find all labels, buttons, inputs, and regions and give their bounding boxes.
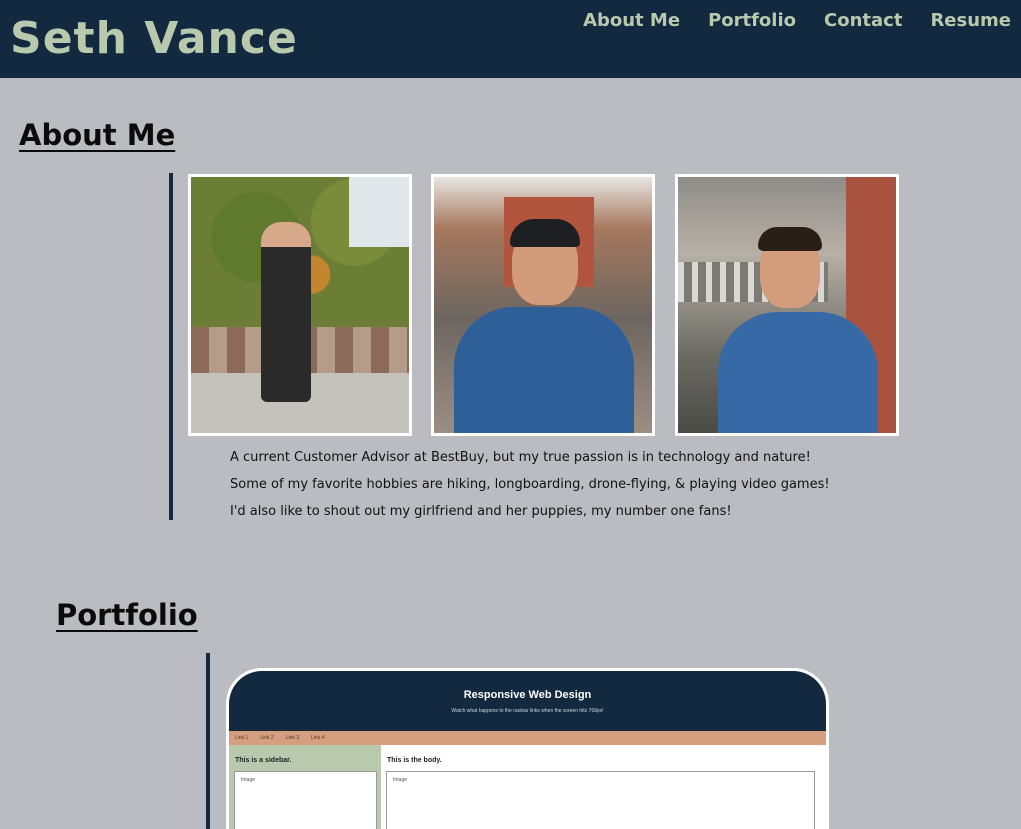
- about-photo-1: [188, 174, 412, 436]
- preview-sidebar-image-label: Image: [241, 777, 255, 783]
- nav-portfolio[interactable]: Portfolio: [708, 10, 796, 31]
- about-photo-3: [675, 174, 899, 436]
- preview-nav-link-3: Link 3: [285, 735, 300, 741]
- about-paragraph-3: I'd also like to shout out my girlfriend…: [230, 504, 732, 519]
- preview-nav-link-4: Link 4: [311, 735, 325, 741]
- preview-hero-subtitle: Watch what happens to the navbar links w…: [451, 708, 604, 714]
- about-section-title: About Me: [19, 118, 176, 152]
- about-paragraph-1: A current Customer Advisor at BestBuy, b…: [230, 450, 811, 465]
- preview-sidebar: This is a sidebar. Image: [229, 745, 381, 829]
- preview-sidebar-image: Image: [234, 771, 377, 829]
- main-nav: About Me Portfolio Contact Resume: [583, 10, 1011, 31]
- about-description: A current Customer Advisor at BestBuy, b…: [230, 444, 830, 525]
- preview-nav-link-2: Link 2: [260, 735, 274, 741]
- portfolio-section-title: Portfolio: [56, 598, 198, 632]
- about-paragraph-2: Some of my favorite hobbies are hiking, …: [230, 477, 830, 492]
- site-header: Seth Vance About Me Portfolio Contact Re…: [0, 0, 1021, 78]
- nav-contact[interactable]: Contact: [824, 10, 902, 31]
- preview-body-image-label: Image: [393, 777, 407, 783]
- preview-body-image: Image: [386, 771, 815, 829]
- nav-resume[interactable]: Resume: [930, 10, 1011, 31]
- preview-sidebar-heading: This is a sidebar.: [235, 757, 292, 764]
- about-accent-bar: [169, 173, 173, 520]
- preview-navbar: Link 1 Link 2 Link 3 Link 4: [229, 731, 826, 745]
- preview-body: This is the body. Image: [381, 745, 826, 829]
- site-brand[interactable]: Seth Vance: [10, 13, 298, 64]
- about-photo-2: [431, 174, 655, 436]
- preview-hero: Responsive Web Design Watch what happens…: [229, 671, 826, 731]
- portfolio-accent-bar: [206, 653, 210, 829]
- preview-hero-title: Responsive Web Design: [463, 689, 592, 701]
- preview-body-heading: This is the body.: [387, 757, 442, 764]
- nav-about-me[interactable]: About Me: [583, 10, 680, 31]
- portfolio-project-preview[interactable]: Responsive Web Design Watch what happens…: [226, 668, 829, 829]
- preview-nav-link-1: Link 1: [235, 735, 249, 741]
